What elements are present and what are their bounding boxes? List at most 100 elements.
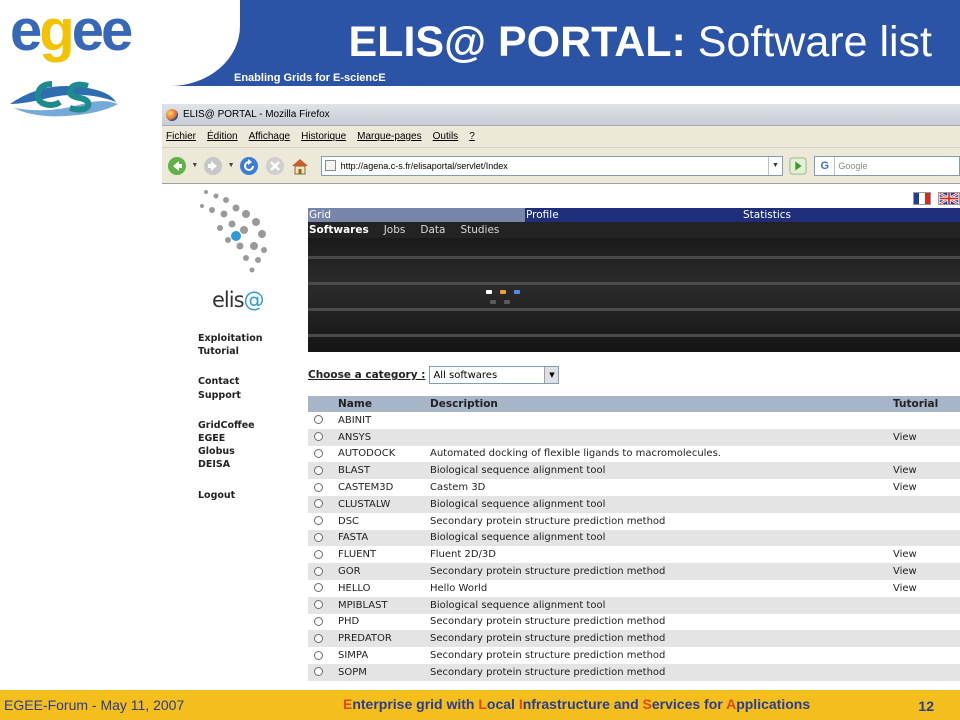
french-flag-icon[interactable] [913, 192, 931, 205]
row-select-cell [308, 546, 336, 564]
row-radio-button[interactable] [314, 499, 323, 509]
table-row: SOPM Secondary protein structure predicti… [308, 663, 960, 681]
row-select-cell [308, 579, 336, 597]
tutorial-view-link[interactable]: View [891, 579, 960, 597]
row-radio-button[interactable] [314, 448, 323, 458]
nav-link-tutorial[interactable]: Tutorial [198, 345, 308, 358]
main-tab-bar: Grid Profile Statistics [308, 208, 960, 222]
cell-name: SOPM [336, 663, 428, 681]
nav-link-deisa[interactable]: DEISA [198, 458, 308, 471]
home-icon [291, 158, 308, 174]
row-radio-button[interactable] [314, 616, 323, 626]
egee-tagline: Enabling Grids for E-sciencE [234, 72, 386, 84]
footer-acronym-letter: A [726, 696, 737, 712]
row-select-cell [308, 663, 336, 681]
tutorial-view-link[interactable]: View [891, 428, 960, 446]
nav-link-exploitation[interactable]: Exploitation [198, 332, 308, 345]
menu-fichier[interactable]: Fichier [166, 131, 196, 142]
table-row: SIMPA Secondary protein structure predict… [308, 647, 960, 664]
row-select-cell [308, 630, 336, 648]
cell-description: Biological sequence alignment tool [428, 462, 891, 480]
row-select-cell [308, 445, 336, 463]
row-radio-button[interactable] [314, 650, 323, 660]
menu-historique[interactable]: Historique [301, 131, 346, 142]
reload-button[interactable] [239, 155, 260, 177]
nav-group-logout: Logout [198, 489, 308, 502]
search-bar[interactable]: G Google [814, 155, 960, 176]
row-radio-button[interactable] [314, 432, 323, 442]
tab-profile[interactable]: Profile [525, 208, 742, 222]
go-button[interactable] [787, 156, 808, 176]
nav-link-contact[interactable]: Contact [198, 375, 308, 388]
cell-description: Castem 3D [428, 479, 891, 496]
home-button[interactable] [289, 155, 310, 177]
row-radio-button[interactable] [314, 532, 323, 542]
url-text[interactable]: http://agena.c-s.fr/elisaportal/servlet/… [341, 161, 768, 171]
row-radio-button[interactable] [314, 482, 323, 492]
stop-button[interactable] [264, 155, 285, 177]
back-history-icon[interactable]: ▼ [191, 162, 198, 169]
footer-text-part: nterprise grid with [352, 696, 479, 712]
tutorial-view-link[interactable]: View [891, 563, 960, 580]
subtab-studies[interactable]: Studies [460, 222, 499, 238]
footer-text-part: nfrastructure and [522, 696, 643, 712]
row-radio-button[interactable] [314, 583, 323, 593]
english-flag-icon[interactable] [938, 192, 960, 205]
category-selected-value[interactable]: All softwares [433, 370, 544, 381]
google-search-icon[interactable]: G [815, 156, 836, 175]
row-select-cell [308, 563, 336, 580]
cell-name: PREDATOR [336, 630, 428, 648]
egee-logo: egee [10, 0, 133, 63]
cell-description: Secondary protein structure prediction m… [428, 630, 891, 648]
row-radio-button[interactable] [314, 633, 323, 643]
nav-link-globus[interactable]: Globus [198, 445, 308, 458]
tutorial-view-link[interactable]: View [891, 462, 960, 480]
row-select-cell [308, 462, 336, 480]
slide-header: egee Enabling Grids for E-sciencE ELIS@ … [0, 0, 960, 117]
row-radio-button[interactable] [314, 516, 323, 526]
table-row: GOR Secondary protein structure predictio… [308, 563, 960, 580]
table-row: CASTEM3D Castem 3D View [308, 479, 960, 496]
menu-edition[interactable]: Édition [207, 131, 238, 142]
nav-link-egee[interactable]: EGEE [198, 432, 308, 445]
cell-name: HELLO [336, 579, 428, 597]
cell-name: ABINIT [336, 412, 428, 429]
row-radio-button[interactable] [314, 566, 323, 576]
row-radio-button[interactable] [314, 415, 323, 425]
url-bar[interactable]: http://agena.c-s.fr/elisaportal/servlet/… [320, 155, 783, 176]
tab-grid[interactable]: Grid [308, 208, 525, 222]
tutorial-view-link[interactable]: View [891, 479, 960, 496]
chevron-down-icon[interactable]: ▼ [544, 367, 559, 383]
cell-description [428, 412, 891, 429]
cell-name: CASTEM3D [336, 479, 428, 496]
cell-description: Fluent 2D/3D [428, 546, 891, 564]
cell-tutorial [891, 529, 960, 547]
subtab-softwares[interactable]: Softwares [309, 222, 369, 238]
menu-marque-pages[interactable]: Marque-pages [357, 131, 421, 142]
back-button[interactable] [166, 155, 187, 177]
subtab-data[interactable]: Data [420, 222, 445, 238]
menu-affichage[interactable]: Affichage [249, 131, 291, 142]
tab-statistics[interactable]: Statistics [742, 208, 960, 222]
row-radio-button[interactable] [314, 465, 323, 475]
url-dropdown-icon[interactable]: ▼ [767, 156, 782, 175]
subtab-jobs[interactable]: Jobs [384, 222, 406, 238]
row-radio-button[interactable] [314, 600, 323, 610]
forward-button[interactable] [202, 155, 223, 177]
cell-description: Secondary protein structure prediction m… [428, 512, 891, 530]
window-title: ELIS@ PORTAL - Mozilla Firefox [183, 109, 330, 120]
nav-link-support[interactable]: Support [198, 389, 308, 402]
back-arrow-icon [167, 156, 186, 175]
nav-link-logout[interactable]: Logout [198, 489, 308, 502]
row-select-cell [308, 613, 336, 631]
elis-logo-icon [200, 190, 267, 273]
menu-help[interactable]: ? [469, 131, 475, 142]
firefox-icon [166, 108, 178, 121]
menu-outils[interactable]: Outils [433, 131, 459, 142]
nav-link-gridcoffee[interactable]: GridCoffee [198, 419, 308, 432]
category-select[interactable]: All softwares ▼ [429, 366, 560, 384]
tutorial-view-link[interactable]: View [891, 546, 960, 564]
row-radio-button[interactable] [314, 667, 323, 677]
row-radio-button[interactable] [314, 549, 323, 559]
forward-history-icon[interactable]: ▼ [228, 162, 235, 169]
